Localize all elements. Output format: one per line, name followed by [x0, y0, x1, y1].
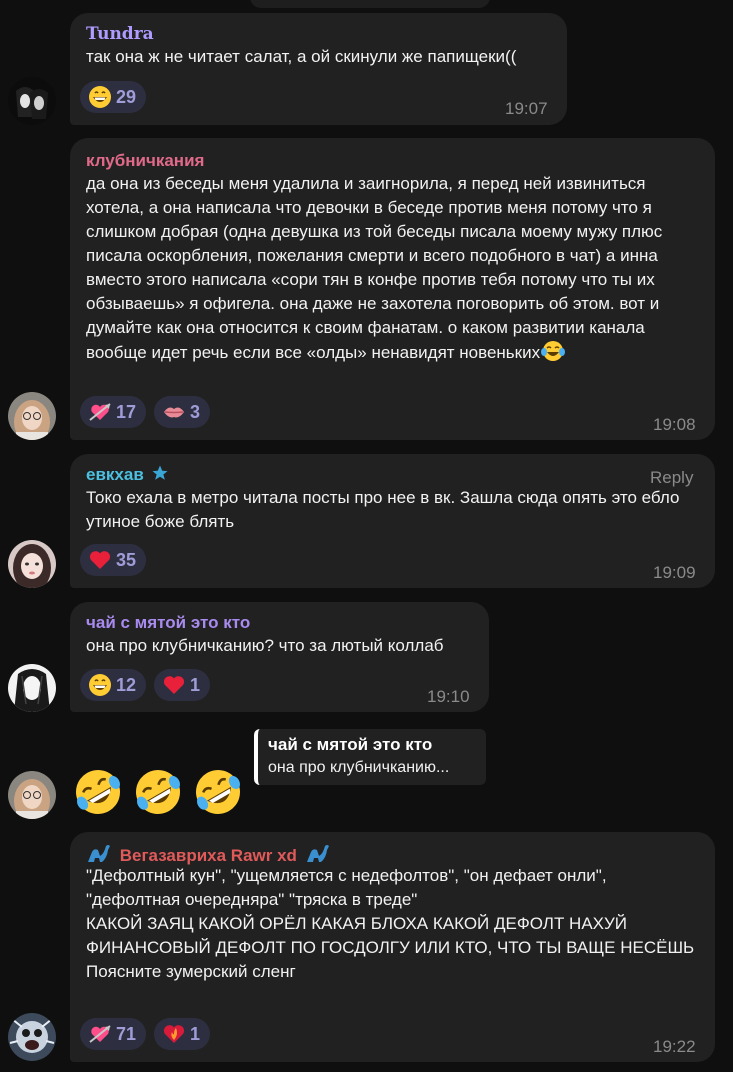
author-name[interactable]: Tundra [86, 23, 553, 45]
heart-on-fire-emoji-icon [162, 1022, 186, 1046]
reaction-count: 71 [116, 1023, 137, 1044]
rofl-emoji-icon[interactable] [192, 766, 244, 818]
author-name-text: Вегазавриха Rawr xd [119, 846, 297, 865]
avatar[interactable] [8, 771, 56, 819]
message-text: она про клубничканию? что за лютый колла… [86, 636, 444, 655]
heart-arrow-emoji-icon [88, 400, 112, 424]
reactions: 12 1 [80, 669, 211, 701]
message-text: "Дефолтный кун", "ущемляется с недефолто… [86, 866, 695, 981]
reply-button[interactable]: Reply [650, 468, 693, 488]
message-time: 19:07 [505, 99, 548, 118]
reaction-heart-arrow[interactable]: 17 [80, 396, 147, 428]
lips-emoji-icon [162, 400, 186, 424]
reply-quote[interactable]: чай с мятой это кто она про клубничканию… [254, 729, 486, 785]
red-heart-emoji-icon [162, 673, 186, 697]
message-text: да она из беседы меня удалила и заигнори… [86, 172, 702, 369]
grin-emoji-icon [88, 85, 112, 109]
avatar[interactable] [8, 392, 56, 440]
reaction-red-heart[interactable]: 1 [154, 669, 211, 701]
star-badge-icon [151, 464, 169, 488]
message-bubble[interactable]: клубничкания да она из беседы меня удали… [70, 138, 715, 440]
reaction-count: 17 [116, 401, 137, 422]
grin-emoji-icon [88, 673, 112, 697]
reaction-kiss-lips[interactable]: 3 [154, 396, 211, 428]
avatar[interactable] [8, 664, 56, 712]
reactions: 35 [80, 544, 147, 576]
reaction-count: 1 [190, 1023, 201, 1044]
previous-message-stub [250, 0, 490, 8]
rofl-emoji-icon[interactable] [72, 766, 124, 818]
message-text: Токо ехала в метро читала посты про нее … [86, 488, 685, 531]
avatar[interactable] [8, 77, 56, 125]
author-name[interactable]: клубничкания [86, 150, 701, 172]
red-heart-emoji-icon [88, 548, 112, 572]
rofl-emoji-icon[interactable] [132, 766, 184, 818]
reactions: 71 1 [80, 1018, 211, 1050]
reactions: 17 3 [80, 396, 211, 428]
avatar[interactable] [8, 1013, 56, 1061]
author-name[interactable]: евкхав [86, 464, 701, 486]
message-time: 19:09 [653, 563, 696, 582]
reaction-red-heart[interactable]: 35 [80, 544, 147, 576]
author-name[interactable]: Вегазавриха Rawr xd [86, 842, 701, 865]
tears-of-joy-icon [541, 340, 566, 369]
message-text: так она ж не читает салат, а ой скинули … [86, 47, 517, 66]
author-name-text: евкхав [86, 465, 144, 484]
reaction-count: 12 [116, 674, 137, 695]
quote-author: чай с мятой это кто [268, 735, 433, 754]
avatar[interactable] [8, 540, 56, 588]
message-text-body: да она из беседы меня удалила и заигнори… [86, 174, 668, 362]
message-time: 19:22 [653, 1037, 696, 1056]
message-bubble[interactable]: евкхав Токо ехала в метро читала посты п… [70, 454, 715, 588]
message-time: 19:08 [653, 415, 696, 434]
reaction-count: 35 [116, 549, 137, 570]
reaction-heart-arrow[interactable]: 71 [80, 1018, 147, 1050]
author-name[interactable]: чай с мятой это кто [86, 612, 475, 634]
reaction-grin[interactable]: 12 [80, 669, 147, 701]
heart-arrow-emoji-icon [88, 1022, 112, 1046]
reaction-count: 1 [190, 674, 201, 695]
quote-text: она про клубничканию... [268, 759, 450, 776]
reactions: 29 [80, 81, 147, 113]
reaction-count: 3 [190, 401, 201, 422]
reaction-count: 29 [116, 86, 137, 107]
message-time: 19:10 [427, 687, 470, 706]
reaction-grin[interactable]: 29 [80, 81, 147, 113]
reaction-heart-on-fire[interactable]: 1 [154, 1018, 211, 1050]
